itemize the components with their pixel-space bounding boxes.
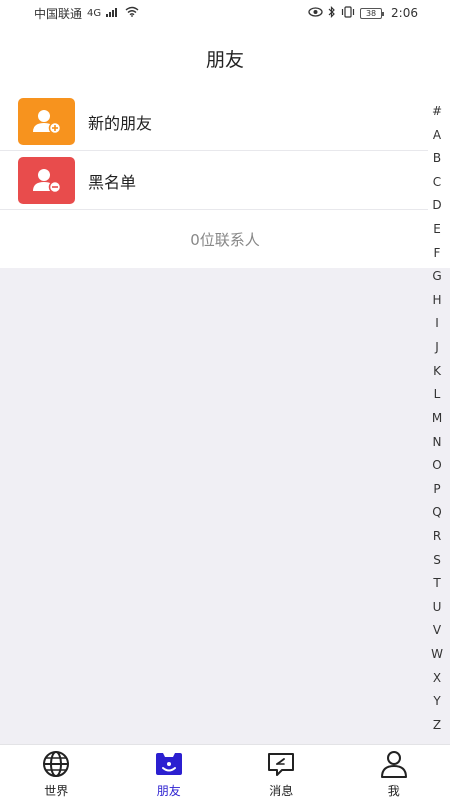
index-letter[interactable]: W [431, 647, 443, 661]
index-letter[interactable]: L [434, 387, 441, 401]
tab-me-label: 我 [387, 784, 400, 798]
index-letter[interactable]: C [433, 175, 441, 189]
page-title: 朋友 [205, 48, 244, 71]
blacklist-row[interactable]: 黑名单 [0, 151, 450, 210]
index-letter[interactable]: U [433, 600, 442, 614]
index-letter[interactable]: H [432, 293, 441, 307]
index-letter[interactable]: I [435, 316, 439, 330]
index-letter[interactable]: R [433, 529, 441, 543]
index-letter[interactable]: # [432, 104, 442, 118]
index-letter[interactable]: Z [433, 718, 441, 732]
clock: 2:06 [391, 6, 418, 20]
tab-world-label: 世界 [44, 784, 69, 798]
index-letter[interactable]: N [433, 435, 442, 449]
status-right: 38 2:06 [308, 5, 418, 21]
wifi-icon [125, 6, 139, 20]
contact-count: 0位联系人 [190, 230, 260, 249]
page-header: 朋友 [0, 26, 450, 90]
person-icon [379, 750, 409, 778]
index-letter[interactable]: Y [433, 694, 440, 708]
tab-friends-label: 朋友 [156, 784, 181, 798]
signal-icon [106, 6, 120, 20]
blacklist-icon [18, 157, 75, 204]
index-letter[interactable]: V [433, 623, 441, 637]
index-letter[interactable]: S [433, 553, 441, 567]
network-type: 4G [87, 7, 102, 19]
bluetooth-icon [328, 5, 336, 21]
alphabet-index[interactable]: # A B C D E F G H I J K L M N O P Q R S T U V W X Y Z [424, 104, 450, 732]
battery-icon: 38 [360, 7, 385, 19]
index-letter[interactable]: M [432, 411, 442, 425]
vibrate-icon [341, 5, 355, 21]
friends-icon [154, 750, 184, 778]
tab-messages[interactable]: 消息 [225, 745, 338, 800]
eye-icon [308, 6, 323, 20]
index-letter[interactable]: X [433, 671, 441, 685]
blacklist-label: 黑名单 [88, 172, 137, 192]
index-letter[interactable]: T [433, 576, 440, 590]
add-friend-icon [18, 98, 75, 145]
tab-messages-label: 消息 [269, 784, 294, 798]
tab-friends[interactable]: 朋友 [113, 745, 226, 800]
status-left: 中国联通 4G [34, 5, 139, 22]
tab-me[interactable]: 我 [338, 745, 450, 800]
globe-icon [41, 750, 71, 778]
index-letter[interactable]: J [435, 340, 439, 354]
index-letter[interactable]: Q [432, 505, 441, 519]
index-letter[interactable]: P [433, 482, 440, 496]
carrier-label: 中国联通 [34, 6, 83, 21]
index-letter[interactable]: A [433, 128, 441, 142]
new-friends-row[interactable]: 新的朋友 [0, 92, 450, 151]
index-letter[interactable]: F [434, 246, 441, 260]
contact-list: 新的朋友 黑名单 0位联系人 [0, 90, 450, 268]
bottom-tab-bar: 世界 朋友 消息 我 [0, 744, 450, 800]
index-letter[interactable]: O [432, 458, 441, 472]
index-letter[interactable]: G [432, 269, 441, 283]
status-bar: 中国联通 4G 38 2:06 [0, 0, 450, 26]
new-friends-label: 新的朋友 [88, 113, 153, 133]
index-letter[interactable]: K [433, 364, 441, 378]
message-icon [266, 750, 296, 778]
index-letter[interactable]: D [432, 198, 441, 212]
index-letter[interactable]: B [433, 151, 441, 165]
index-letter[interactable]: E [433, 222, 441, 236]
tab-world[interactable]: 世界 [0, 745, 113, 800]
